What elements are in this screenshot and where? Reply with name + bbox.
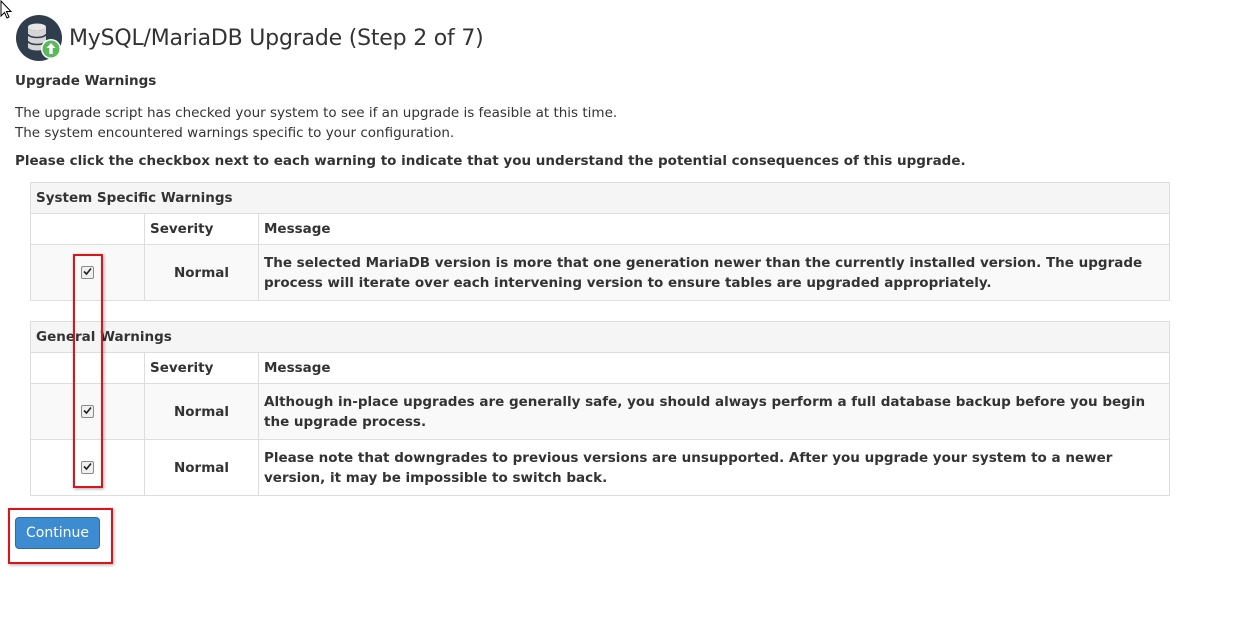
message-column-header: Message: [258, 352, 1170, 384]
database-upgrade-icon: [15, 14, 63, 62]
message-cell: Please note that downgrades to previous …: [258, 439, 1170, 496]
table-row: Normal Although in-place upgrades are ge…: [30, 383, 1170, 440]
severity-column-header: Severity: [144, 213, 259, 245]
continue-button[interactable]: Continue: [15, 517, 100, 549]
section-heading: Upgrade Warnings: [15, 73, 157, 89]
general-warnings-table: General Warnings Severity Message Normal…: [30, 321, 1170, 496]
table-row: Normal Please note that downgrades to pr…: [30, 439, 1170, 496]
intro-line: The system encountered warnings specific…: [15, 125, 455, 141]
severity-cell: Normal: [144, 244, 259, 301]
table-row: Normal The selected MariaDB version is m…: [30, 244, 1170, 301]
severity-cell: Normal: [144, 383, 259, 440]
checkbox-highlight-box: [73, 254, 103, 488]
page-header: MySQL/MariaDB Upgrade (Step 2 of 7): [15, 14, 484, 62]
table-caption: General Warnings: [30, 321, 1170, 353]
mouse-cursor-icon: [0, 0, 13, 19]
page-title: MySQL/MariaDB Upgrade (Step 2 of 7): [69, 25, 484, 51]
checkbox-column-header: [30, 213, 145, 245]
message-cell: Although in-place upgrades are generally…: [258, 383, 1170, 440]
severity-cell: Normal: [144, 439, 259, 496]
intro-text: The upgrade script has checked your syst…: [15, 103, 617, 143]
severity-column-header: Severity: [144, 352, 259, 384]
instruction-text: Please click the checkbox next to each w…: [15, 153, 966, 169]
message-column-header: Message: [258, 213, 1170, 245]
table-caption: System Specific Warnings: [30, 182, 1170, 214]
message-cell: The selected MariaDB version is more tha…: [258, 244, 1170, 301]
system-warnings-table: System Specific Warnings Severity Messag…: [30, 182, 1170, 301]
intro-line: The upgrade script has checked your syst…: [15, 105, 618, 121]
